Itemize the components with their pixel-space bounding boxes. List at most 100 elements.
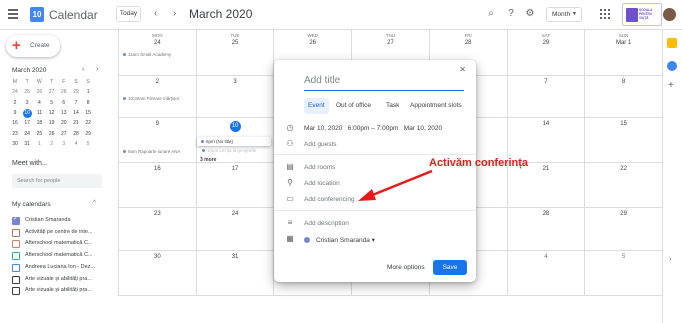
- day-number[interactable]: 2: [119, 79, 196, 85]
- search-icon[interactable]: ⌕: [485, 8, 497, 20]
- add-conferencing-field[interactable]: Add conferencing: [304, 196, 355, 203]
- mini-day[interactable]: 1: [82, 88, 94, 97]
- day-cell[interactable]: 30: [118, 251, 196, 296]
- day-number[interactable]: 28: [430, 40, 507, 46]
- mini-day[interactable]: 20: [58, 119, 70, 128]
- day-number[interactable]: 15: [585, 121, 662, 127]
- event-datetime[interactable]: Mar 10, 2020 6:00pm – 7:00pm Mar 10, 202…: [304, 125, 442, 132]
- day-number[interactable]: 25: [197, 40, 274, 46]
- tasks-icon[interactable]: [667, 61, 677, 71]
- mini-day[interactable]: 29: [70, 88, 82, 97]
- day-cell[interactable]: 5: [584, 251, 662, 296]
- day-number[interactable]: 7: [508, 79, 585, 85]
- next-month-icon[interactable]: ›: [173, 8, 176, 19]
- mini-day[interactable]: 9: [9, 109, 21, 118]
- mini-day[interactable]: 19: [46, 119, 58, 128]
- day-number[interactable]: 31: [197, 254, 274, 260]
- more-events-link[interactable]: 3 more: [200, 157, 216, 163]
- day-number[interactable]: 27: [352, 40, 429, 46]
- day-number[interactable]: 10: [229, 121, 241, 132]
- day-number[interactable]: 14: [508, 121, 585, 127]
- day-number[interactable]: 8: [585, 79, 662, 85]
- previous-month-icon[interactable]: ‹: [154, 8, 157, 19]
- mini-next-icon[interactable]: ›: [96, 66, 98, 73]
- day-number[interactable]: Mar 1: [585, 40, 662, 46]
- event-title-input[interactable]: Add title: [304, 75, 464, 91]
- day-cell[interactable]: 9: [118, 118, 196, 163]
- mini-day[interactable]: 28: [70, 130, 82, 139]
- add-rooms-field[interactable]: Add rooms: [304, 164, 335, 171]
- tab-event[interactable]: Event: [304, 98, 329, 114]
- day-cell[interactable]: 28: [506, 208, 585, 251]
- calendar-checkbox[interactable]: [12, 240, 20, 249]
- day-number[interactable]: 29: [585, 211, 662, 217]
- day-number[interactable]: 24: [119, 40, 196, 46]
- mini-day[interactable]: 12: [46, 109, 58, 118]
- start-date[interactable]: Mar 10, 2020: [304, 125, 342, 132]
- mini-day[interactable]: 5: [46, 99, 58, 108]
- mini-day[interactable]: 8: [82, 99, 94, 108]
- mini-day[interactable]: 25: [21, 88, 33, 97]
- day-cell[interactable]: 22: [584, 163, 662, 208]
- mini-day[interactable]: 15: [82, 109, 94, 118]
- mini-day[interactable]: 23: [9, 130, 21, 139]
- mini-day[interactable]: 30: [9, 140, 21, 149]
- day-cell[interactable]: 7: [506, 76, 585, 118]
- mini-day[interactable]: 3: [21, 99, 33, 108]
- mini-day[interactable]: 3: [58, 140, 70, 149]
- event-item[interactable]: 10am Lecția la geografie: [202, 148, 256, 153]
- tab-appointment-slots[interactable]: Appointment slots: [406, 98, 466, 114]
- end-date[interactable]: Mar 10, 2020: [404, 125, 442, 132]
- start-time[interactable]: 6:00pm: [348, 125, 370, 132]
- day-number[interactable]: 9: [119, 121, 196, 127]
- day-number[interactable]: 23: [119, 211, 196, 217]
- new-event-chip[interactable]: 6pm (No title): [197, 137, 271, 146]
- calendar-checkbox[interactable]: [12, 263, 20, 272]
- day-number[interactable]: 17: [197, 166, 274, 172]
- day-cell[interactable]: 17: [195, 163, 274, 208]
- day-number[interactable]: 22: [585, 166, 662, 172]
- tab-task[interactable]: Task: [382, 98, 403, 114]
- day-cell[interactable]: 29: [584, 208, 662, 251]
- calendar-checkbox[interactable]: [12, 275, 20, 284]
- event-item[interactable]: 11am Small Academy: [123, 52, 171, 57]
- view-selector-button[interactable]: Month ▼: [546, 7, 582, 22]
- close-icon[interactable]: ✕: [459, 65, 466, 74]
- calendar-checkbox[interactable]: [12, 287, 20, 296]
- mini-day[interactable]: 28: [58, 88, 70, 97]
- day-cell[interactable]: 8: [584, 76, 662, 118]
- search-people-input[interactable]: Search for people: [12, 174, 102, 188]
- calendar-checkbox[interactable]: [12, 228, 20, 237]
- mini-day[interactable]: 2: [46, 140, 58, 149]
- day-number[interactable]: 30: [119, 254, 196, 260]
- mini-day[interactable]: 4: [70, 140, 82, 149]
- calendar-checkbox[interactable]: [12, 215, 20, 225]
- day-number[interactable]: 5: [585, 254, 662, 260]
- mini-day[interactable]: 18: [33, 119, 45, 128]
- apps-grid-icon[interactable]: [600, 9, 610, 19]
- add-guests-field[interactable]: Add guests: [304, 141, 337, 148]
- day-cell[interactable]: 4: [506, 251, 585, 296]
- mini-day[interactable]: 25: [33, 130, 45, 139]
- add-location-field[interactable]: Add location: [304, 180, 340, 187]
- day-number[interactable]: 24: [197, 211, 274, 217]
- event-item[interactable]: 10:30am Filmare mărțișor: [123, 96, 179, 101]
- mini-day[interactable]: 4: [33, 99, 45, 108]
- calendar-checkbox[interactable]: [12, 252, 20, 261]
- day-cell[interactable]: 16: [118, 163, 196, 208]
- keep-icon[interactable]: [667, 38, 677, 48]
- add-addon-icon[interactable]: +: [668, 80, 674, 91]
- help-icon[interactable]: ?: [505, 8, 517, 20]
- day-number[interactable]: 28: [508, 211, 585, 217]
- day-number[interactable]: 4: [508, 254, 585, 260]
- account-avatar[interactable]: [663, 8, 676, 21]
- day-cell[interactable]: 23: [118, 208, 196, 251]
- calendar-selector[interactable]: Cristian Smaranda ▾: [304, 236, 375, 244]
- today-button[interactable]: Today: [116, 6, 141, 22]
- mini-day[interactable]: 1: [33, 140, 45, 149]
- mini-prev-icon[interactable]: ‹: [82, 66, 84, 73]
- mini-day[interactable]: 27: [58, 130, 70, 139]
- mini-day[interactable]: 21: [70, 119, 82, 128]
- mini-day[interactable]: 2: [9, 99, 21, 108]
- mini-day[interactable]: 14: [70, 109, 82, 118]
